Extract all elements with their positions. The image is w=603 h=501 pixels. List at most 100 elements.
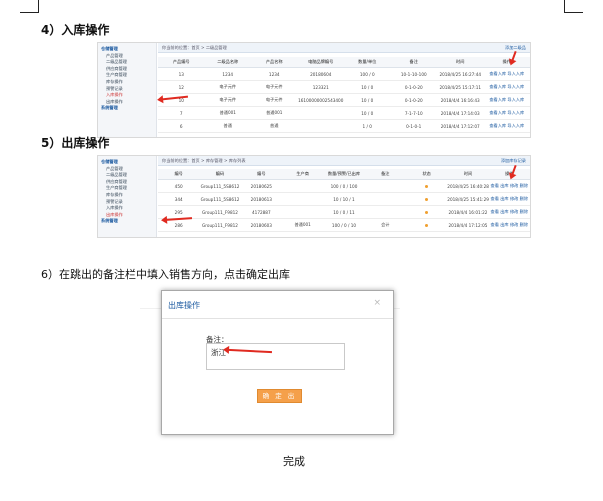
table-cell: 2018/4/25 15:41:29 [447, 196, 489, 202]
table-cell: 344 [174, 196, 183, 202]
table-cell: 1234 [268, 71, 280, 77]
table-cell: 0-1-0-20 [404, 84, 423, 90]
table-cell: 10 / 0 [361, 110, 374, 116]
column-header: 备注 [381, 171, 390, 176]
status-dot-icon [425, 210, 429, 214]
table-row: 7 普通001 普通001 10 / 0 7-1-7-10 2018/4/4 17:14:… [158, 107, 530, 120]
column-header: 时间 [456, 59, 465, 64]
table-cell: 普通 [270, 123, 279, 128]
column-header: 编号 [257, 171, 266, 176]
table-cell: 123321 [312, 84, 329, 90]
table-cell: 2018/4/4 17:12:07 [440, 123, 480, 129]
sidebar-item[interactable]: 二级品管理 [98, 59, 156, 66]
breadcrumb: 你当前的位置：首页 > 二级品管理 添加二级品 [158, 43, 530, 53]
sidebar: 仓储管理 产品管理 二级品管理 供应商管理 生产商管理 库存操作 预警记录 入库… [98, 156, 157, 237]
table-row: 13 1234 1234 20180604 100 / 0 10-1-10-100 2018… [158, 68, 530, 81]
column-header: 状态 [422, 171, 431, 176]
table-cell: 电子元件 [219, 84, 237, 89]
row-actions[interactable]: 查看入库 导入入库 [484, 84, 531, 90]
row-actions[interactable]: 查看 出库 修改 删除 [489, 222, 530, 228]
table-cell: 2018/4/4 17:14:03 [440, 110, 480, 116]
outbound-dialog: 出库操作 × 备注： 浙江 确 定 出 库 [161, 290, 394, 435]
table-cell [406, 210, 447, 215]
table-cell: 4172887 [251, 209, 271, 215]
table-cell: 20180625 [250, 183, 272, 189]
sidebar-item[interactable]: 入库操作 [98, 205, 156, 212]
table-cell [406, 184, 447, 189]
table-cell: 2018/4/4 16:01:22 [448, 209, 488, 215]
table-cell: 10 / 0 / 11 [333, 209, 355, 215]
sidebar-item[interactable]: 库存操作 [98, 192, 156, 199]
row-actions[interactable]: 查看 出库 修改 删除 [489, 209, 530, 215]
table-header-row: 编号编码编号生产商数量/预警/已出库备注状态时间操作 [158, 169, 530, 180]
inbound-table: 产品编号二级品名称产品名称电脑品牌编号数量/单位备注时间操作1312341234… [158, 57, 530, 133]
sidebar-item[interactable]: 系统管理 [98, 105, 156, 112]
table-cell: 普通001 [294, 222, 311, 227]
table-cell: 电子元件 [265, 97, 283, 102]
sidebar-item[interactable]: 二级品管理 [98, 172, 156, 179]
sidebar-item[interactable]: 仓储管理 [98, 159, 156, 166]
dialog-divider [162, 318, 393, 319]
sidebar-item[interactable]: 系统管理 [98, 218, 156, 225]
table-cell: 2018/4/25 16:27:44 [439, 71, 482, 77]
row-actions[interactable]: 查看入库 导入入库 [484, 71, 531, 77]
row-actions[interactable]: 查看 出库 修改 删除 [489, 196, 530, 202]
table-cell [406, 223, 447, 228]
table-row: 12 电子元件 电子元件 123321 10 / 0 0-1-0-20 2018/4/25 … [158, 81, 530, 94]
table-cell: 2018/4/25 15:17:11 [439, 84, 482, 90]
table-cell: 普通001 [266, 110, 283, 115]
step6-heading: 6）在跳出的备注栏中填入销售方向，点击确定出库 [41, 268, 290, 281]
table-cell: 20180604 [310, 71, 332, 77]
table-cell: 100 / 0 / 100 [330, 183, 358, 189]
row-actions[interactable]: 查看 出库 修改 删除 [489, 183, 530, 189]
table-cell [406, 197, 447, 202]
table-row: 6 普通 普通 1 / 0 0-1-0-1 2018/4/4 17:12:07 查看入库 导… [158, 120, 530, 133]
table-cell: 10 / 0 [361, 84, 374, 90]
table-cell: 1 / 0 [362, 123, 372, 129]
inbound-screenshot: 仓储管理 产品管理 二级品管理 供应商管理 生产商管理 库存操作 预警记录 入库… [97, 42, 531, 138]
table-cell: Group111_5S8612 [200, 183, 240, 189]
outbound-screenshot: 仓储管理 产品管理 二级品管理 供应商管理 生产商管理 库存操作 预警记录 入库… [97, 155, 531, 238]
done-text: 完成 [283, 455, 305, 468]
table-cell: 450 [174, 183, 183, 189]
table-cell: Group111_5S8612 [200, 196, 240, 202]
column-header: 编号 [174, 171, 183, 176]
dialog-title: 出库操作 [168, 301, 200, 310]
table-header-row: 产品编号二级品名称产品名称电脑品牌编号数量/单位备注时间操作 [158, 57, 530, 68]
table-cell: 6 [179, 123, 183, 129]
table-cell: 电子元件 [265, 84, 283, 89]
row-actions[interactable]: 查看入库 导入入库 [484, 110, 531, 116]
add-link[interactable]: 添加库存记录 [501, 156, 526, 165]
sidebar-item[interactable]: 生产商管理 [98, 185, 156, 192]
row-actions[interactable]: 查看入库 导入入库 [484, 97, 531, 103]
table-cell: 10 / 0 [361, 97, 374, 103]
corner-mark-tr [564, 0, 583, 13]
sidebar-item[interactable]: 库存操作 [98, 79, 156, 86]
sidebar-item[interactable]: 生产商管理 [98, 72, 156, 79]
table-cell: 10-1-10-100 [400, 71, 427, 77]
table-row: 344 Group111_5S8612 20180613 10 / 10 / 1 201… [158, 193, 530, 206]
table-cell: 2018/4/4 16:16:43 [440, 97, 480, 103]
table-cell: 2018/4/4 17:12:05 [448, 222, 488, 228]
table-cell: 100 / 0 [359, 71, 375, 77]
column-header: 电脑品牌编号 [308, 59, 334, 64]
table-row: 295 Group111_F9812 4172887 10 / 0 / 11 2018/… [158, 206, 530, 219]
sidebar-item[interactable]: 仓储管理 [98, 46, 156, 53]
status-dot-icon [425, 184, 429, 188]
outbound-table: 编号编码编号生产商数量/预警/已出库备注状态时间操作450Group111_5S… [158, 169, 530, 232]
status-dot-icon [425, 223, 429, 227]
status-dot-icon [425, 197, 429, 201]
table-cell: 会计 [381, 222, 390, 227]
sidebar-item-inbound[interactable]: 入库操作 [98, 92, 156, 99]
close-icon[interactable]: × [373, 298, 381, 308]
step4-heading: 4）入库操作 [41, 23, 110, 37]
confirm-outbound-button[interactable]: 确 定 出 库 [257, 389, 302, 412]
row-actions[interactable]: 查看入库 导入入库 [484, 123, 531, 129]
table-cell: 2018/4/25 16:40:28 [447, 183, 489, 189]
table-cell: 0-1-0-1 [406, 123, 422, 129]
sidebar: 仓储管理 产品管理 二级品管理 供应商管理 生产商管理 库存操作 预警记录 入库… [98, 43, 157, 137]
table-cell: 7-1-7-10 [404, 110, 423, 116]
table-cell: Group111_F9812 [202, 222, 238, 228]
table-cell: 7 [179, 110, 183, 116]
table-cell: 295 [174, 209, 183, 215]
